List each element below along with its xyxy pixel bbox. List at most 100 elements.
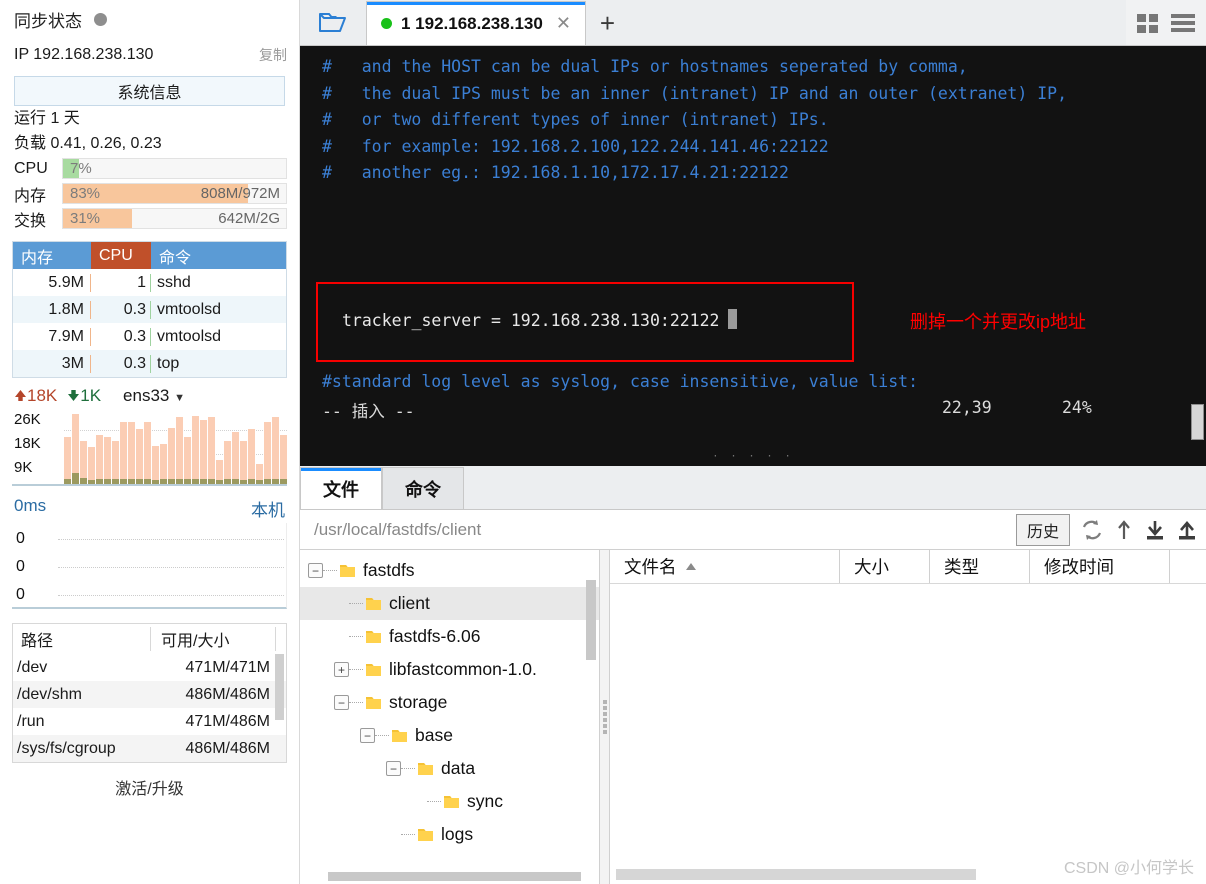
close-icon[interactable]: ✕ — [552, 13, 575, 34]
disk-row[interactable]: /7.1G/16.6G — [13, 762, 286, 763]
network-interface-label: ens33 — [123, 386, 170, 405]
tree-expander-icon[interactable]: − — [308, 563, 323, 578]
terminal-cursor — [728, 309, 737, 329]
ping-ytick: 0 — [16, 530, 25, 547]
copy-button[interactable]: 复制 — [259, 45, 287, 65]
tree-connector — [401, 768, 415, 769]
process-row[interactable]: 1.8M 0.3 vmtoolsd — [13, 296, 286, 323]
meter-row-交换: 交换 31% 642M/2G — [6, 206, 293, 231]
process-col-cpu[interactable]: CPU — [91, 242, 151, 269]
tree-connector — [375, 735, 389, 736]
chevron-down-icon: ▼ — [174, 392, 185, 404]
tree-node[interactable]: + libfastcommon-1.0. — [300, 653, 599, 686]
tree-node[interactable]: − fastdfs — [300, 554, 599, 587]
directory-tree[interactable]: − fastdfs client fastdfs-6.06 + libfastcommon… — [300, 550, 600, 884]
sync-status-row: 同步状态 — [6, 0, 293, 38]
process-row[interactable]: 3M 0.3 top — [13, 350, 286, 377]
disk-row[interactable]: /sys/fs/cgroup 486M/486M — [13, 735, 286, 762]
file-list[interactable]: 文件名 大小 类型 修改时间 CSDN @小何学长 — [610, 550, 1206, 884]
tree-node[interactable]: sync — [300, 785, 599, 818]
tree-expander-icon[interactable]: + — [334, 662, 349, 677]
refresh-icon[interactable] — [1080, 518, 1104, 542]
terminal-line: # the dual IPS must be an inner (intrane… — [322, 83, 1068, 103]
tree-expander-icon[interactable]: − — [360, 728, 375, 743]
disk-col-path[interactable]: 路径 — [13, 627, 151, 651]
disk-size: 471M/471M — [185, 658, 271, 676]
file-list-column-header[interactable]: 修改时间 — [1030, 550, 1170, 583]
tree-node[interactable]: − base — [300, 719, 599, 752]
process-table-body: 5.9M 1 sshd 1.8M 0.3 vmtoolsd 7.9M 0.3 vmtoolsd 3… — [13, 269, 286, 377]
highlight-box: tracker_server = 192.168.238.130:22122 — [316, 282, 854, 362]
tree-vertical-scrollbar[interactable] — [586, 580, 596, 660]
disk-row[interactable]: /run 471M/486M — [13, 708, 286, 735]
upload-arrow-icon[interactable] — [1114, 518, 1134, 542]
open-folder-button[interactable] — [300, 0, 366, 45]
file-list-column-header[interactable]: 类型 — [930, 550, 1030, 583]
download-file-icon[interactable] — [1144, 518, 1166, 542]
current-path[interactable]: /usr/local/fastdfs/client — [314, 520, 1016, 540]
connection-status-icon — [381, 18, 392, 29]
disk-path: /dev — [17, 658, 48, 676]
load-average-label: 负载 0.41, 0.26, 0.23 — [14, 135, 162, 152]
path-history-button[interactable]: 历史 — [1015, 513, 1070, 546]
file-list-horizontal-scrollbar[interactable] — [616, 869, 976, 880]
tree-node[interactable]: − data — [300, 752, 599, 785]
disk-path: /dev/shm — [17, 685, 82, 703]
terminal-tab[interactable]: 1 192.168.238.130 ✕ — [366, 1, 586, 45]
disk-size: 486M/486M — [185, 685, 271, 703]
file-list-column-header[interactable]: 文件名 — [610, 550, 840, 583]
process-col-mem[interactable]: 内存 — [13, 242, 91, 269]
process-col-cmd[interactable]: 命令 — [151, 242, 286, 269]
process-mem: 5.9M — [13, 273, 91, 292]
tree-expander-icon[interactable]: − — [386, 761, 401, 776]
panel-splitter[interactable] — [600, 550, 610, 884]
activate-upgrade-link[interactable]: 激活/升级 — [6, 763, 293, 799]
disk-row[interactable]: /dev/shm 486M/486M — [13, 681, 286, 708]
folder-icon — [417, 761, 434, 777]
tabbar-actions — [1126, 0, 1206, 45]
vim-mode-label: -- 插入 -- — [322, 402, 415, 421]
tree-node[interactable]: − storage — [300, 686, 599, 719]
tree-node-label: logs — [441, 824, 474, 844]
vim-cursor-position: 22,39 — [942, 398, 992, 417]
tree-node[interactable]: logs — [300, 818, 599, 851]
list-view-icon[interactable] — [1170, 12, 1196, 34]
terminal-tabbar: 1 192.168.238.130 ✕ + — [300, 0, 1206, 46]
upload-file-icon[interactable] — [1176, 518, 1198, 542]
ping-ytick: 0 — [16, 558, 25, 575]
terminal-line: # another eg.: 192.168.1.10,172.17.4.21:… — [322, 163, 789, 182]
file-list-header: 文件名 大小 类型 修改时间 — [610, 550, 1206, 584]
tree-expander-icon[interactable]: − — [334, 695, 349, 710]
tree-node-label: base — [415, 725, 453, 745]
tree-node[interactable]: fastdfs-6.06 — [300, 620, 599, 653]
terminal-resize-handle[interactable]: · · · · · — [300, 450, 1206, 466]
meter-value: 808M/972M — [200, 185, 280, 202]
new-tab-button[interactable]: + — [586, 8, 629, 45]
process-mem: 7.9M — [13, 327, 91, 346]
ip-address-label: IP 192.168.238.130 — [14, 46, 154, 63]
process-row[interactable]: 5.9M 1 sshd — [13, 269, 286, 296]
grid-view-icon[interactable] — [1136, 12, 1160, 34]
tracker-server-line: tracker_server = 192.168.238.130:22122 — [342, 311, 720, 330]
tree-horizontal-scrollbar[interactable] — [328, 872, 581, 881]
file-list-column-header[interactable]: 大小 — [840, 550, 930, 583]
disk-table-scrollbar[interactable] — [275, 654, 284, 720]
path-bar: /usr/local/fastdfs/client 历史 — [300, 510, 1206, 550]
folder-icon — [365, 662, 382, 678]
ping-host-label[interactable]: 本机 — [251, 496, 285, 521]
watermark-label: CSDN @小何学长 — [1063, 860, 1194, 877]
folder-icon — [339, 563, 356, 579]
network-interface-select[interactable]: ens33 ▼ — [123, 386, 185, 406]
tree-node[interactable]: client — [300, 587, 599, 620]
system-info-button[interactable]: 系统信息 — [14, 76, 285, 106]
ping-latency-label: 0ms — [14, 496, 47, 515]
meter-row-CPU: CPU 7% — [6, 156, 293, 181]
disk-col-size[interactable]: 可用/大小 — [151, 627, 276, 651]
process-row[interactable]: 7.9M 0.3 vmtoolsd — [13, 323, 286, 350]
network-chart-yaxis: 26K 18K 9K — [14, 408, 58, 480]
disk-row[interactable]: /dev 471M/471M — [13, 654, 286, 681]
terminal-output[interactable]: # and the HOST can be dual IPs or hostna… — [300, 46, 1206, 466]
file-panel-tab-files[interactable]: 文件 — [300, 467, 382, 509]
file-panel-tab-commands[interactable]: 命令 — [382, 467, 464, 509]
terminal-scrollbar[interactable] — [1191, 404, 1204, 440]
